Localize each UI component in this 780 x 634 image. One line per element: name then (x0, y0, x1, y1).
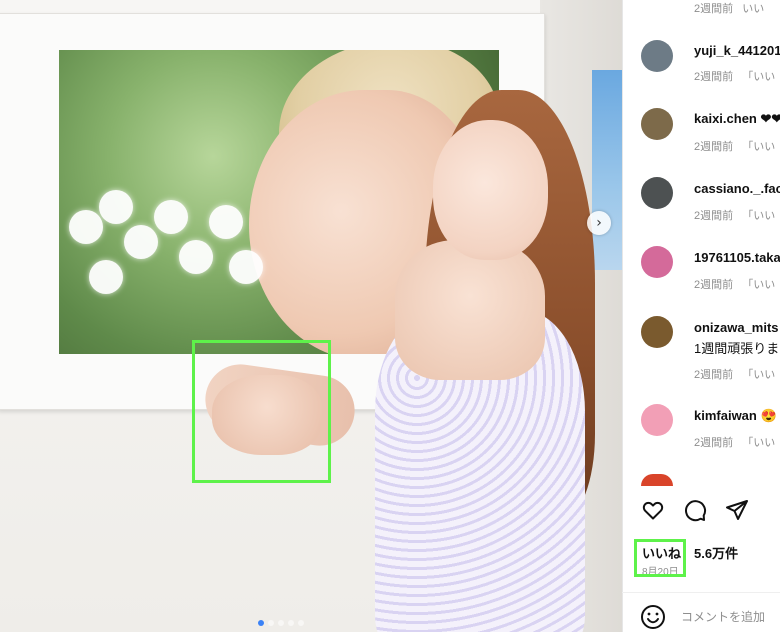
comment-username[interactable]: cassiano._.fac (694, 181, 780, 196)
shoulder (395, 240, 545, 380)
comments-panel: 2週間前 いい yuji_k_441201 2週間前 「いい kaixi.che… (622, 0, 780, 632)
post-photo[interactable]: › (0, 0, 622, 632)
carousel-dot[interactable] (298, 620, 304, 626)
hand (212, 375, 322, 455)
woman-figure (355, 90, 595, 632)
carousel-dot[interactable] (288, 620, 294, 626)
avatar[interactable] (641, 246, 673, 278)
avatar[interactable] (641, 404, 673, 436)
avatar[interactable] (641, 177, 673, 209)
comment-username[interactable]: yuji_k_441201 (694, 43, 780, 58)
likes-count[interactable]: いいね！5.6万件 (642, 543, 738, 562)
post-date: 8月20日 (642, 567, 679, 578)
comment-username[interactable]: kaixi.chen ❤❤ (694, 111, 780, 127)
comment-time: 2週間前 「いい (694, 210, 776, 222)
heart-icon[interactable] (641, 498, 665, 522)
avatar[interactable] (641, 474, 673, 486)
comment-time: 2週間前 「いい (694, 369, 776, 381)
comment-time: 2週間前 いい (694, 3, 765, 15)
avatar[interactable] (641, 40, 673, 72)
comment-time: 2週間前 「いい (694, 71, 776, 83)
print-flowers (69, 170, 263, 320)
post-actions (641, 498, 749, 522)
comment-username[interactable]: kimfaiwan 😍 (694, 408, 777, 424)
carousel-dot[interactable] (278, 620, 284, 626)
comment-time: 2週間前 「いい (694, 279, 776, 291)
adjacent-print (592, 70, 622, 270)
carousel-dots (258, 620, 304, 626)
carousel-dot[interactable] (268, 620, 274, 626)
face (433, 120, 548, 260)
comment-time: 2週間前 「いい (694, 141, 776, 153)
avatar[interactable] (641, 316, 673, 348)
avatar[interactable] (641, 108, 673, 140)
comment-username[interactable]: onizawa_mits (694, 320, 779, 335)
comment-username[interactable]: 19761105.taka (694, 250, 780, 265)
comment-text: 1週間頑張りま (694, 341, 780, 356)
divider (622, 592, 780, 593)
send-icon[interactable] (725, 498, 749, 522)
comment-input[interactable]: コメントを追加 (681, 608, 765, 625)
comment-time: 2週間前 「いい (694, 437, 776, 449)
comment-icon[interactable] (683, 498, 707, 522)
carousel-dot[interactable] (258, 620, 264, 626)
smile-icon[interactable] (640, 604, 666, 630)
chevron-right-icon[interactable]: › (587, 211, 611, 235)
